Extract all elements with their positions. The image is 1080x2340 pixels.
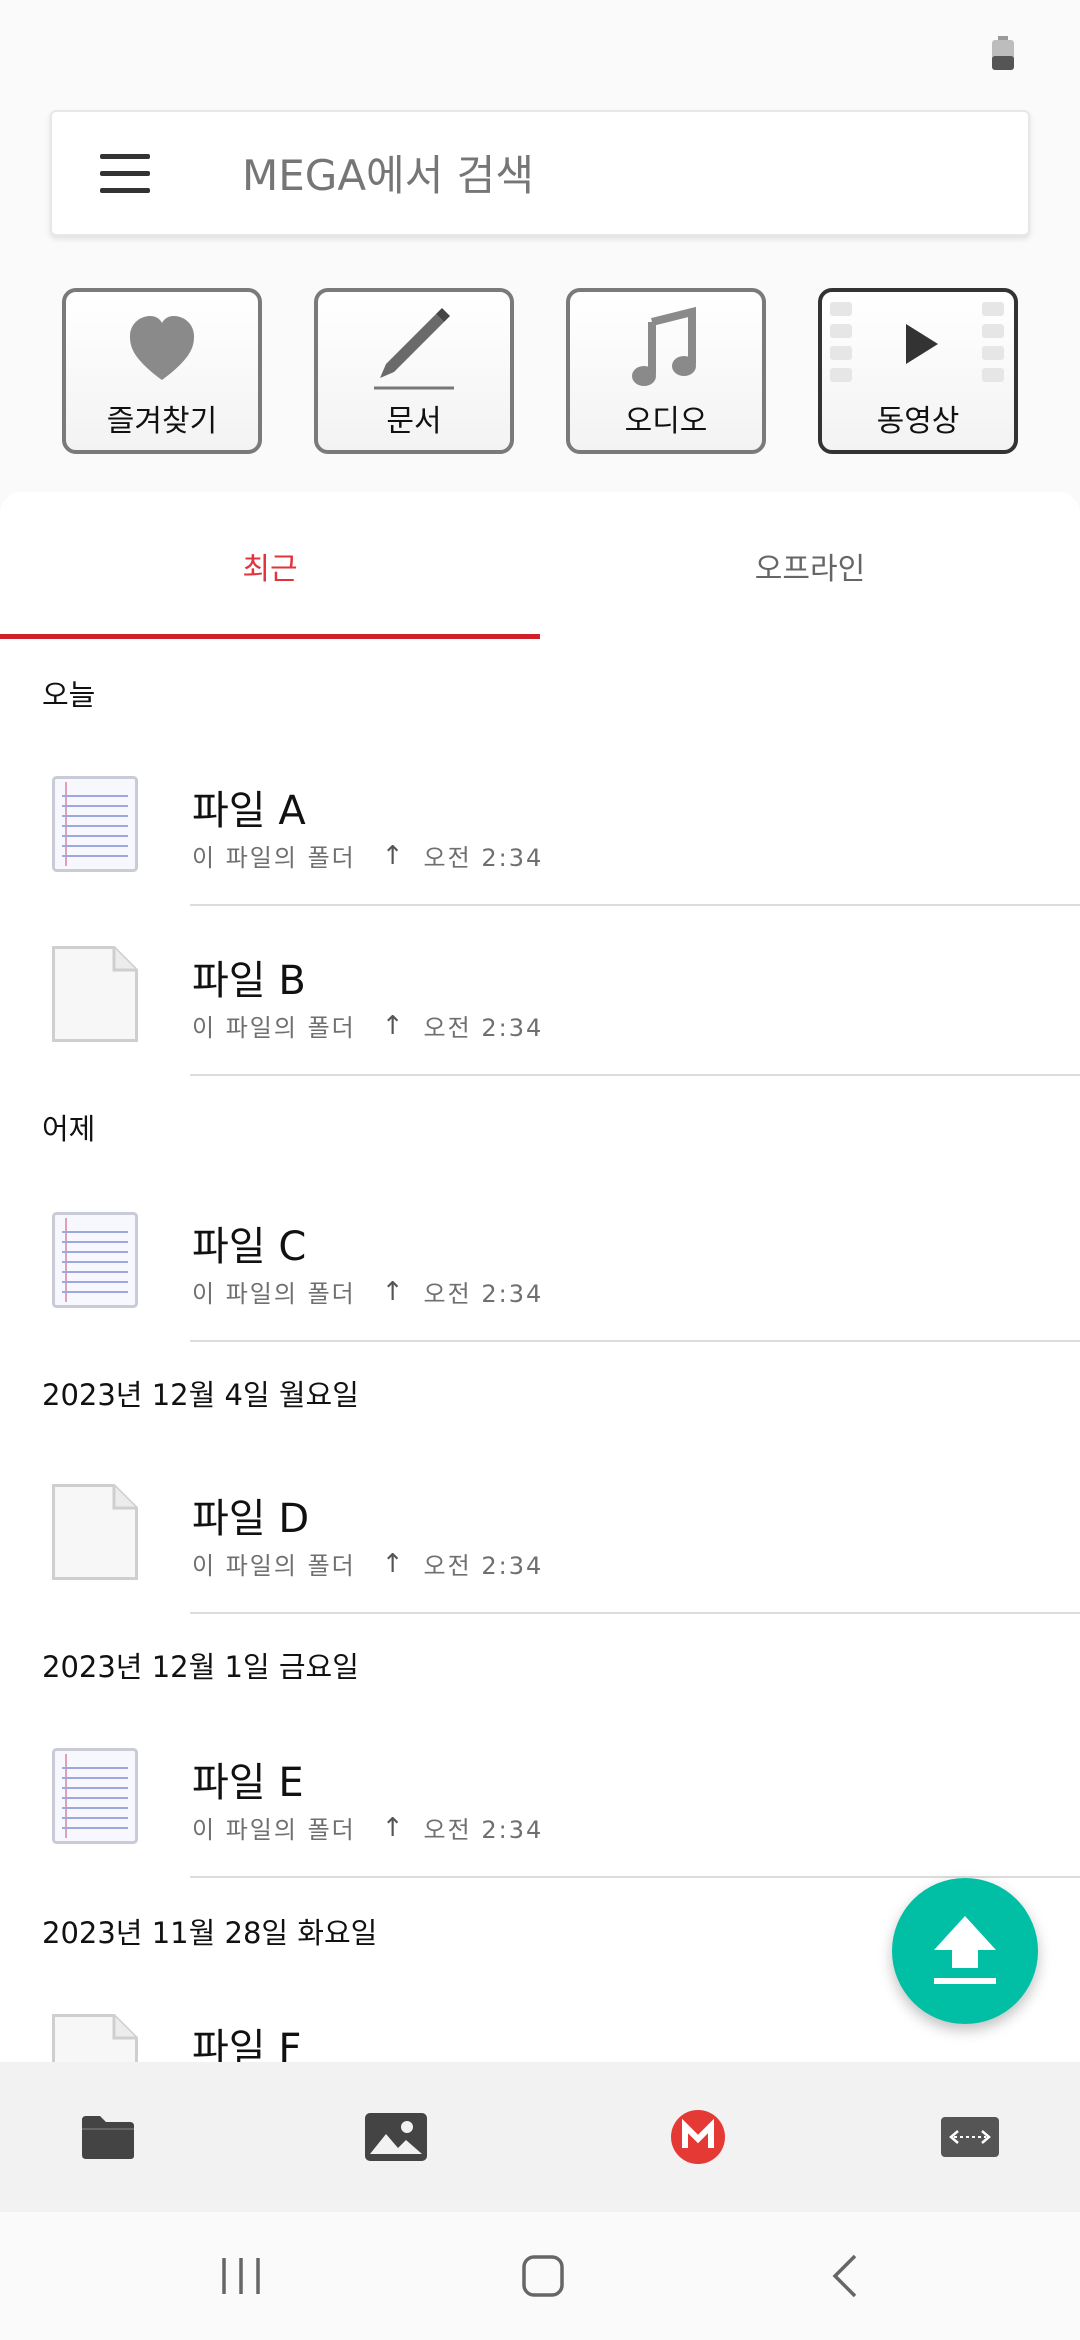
category-label: 즐겨찾기 xyxy=(106,404,218,439)
recent-apps-button[interactable] xyxy=(196,2240,286,2312)
divider xyxy=(190,904,1080,906)
tab-bar: 최근 오프라인 xyxy=(0,492,1080,640)
mega-logo-icon xyxy=(671,2110,725,2164)
file-row[interactable]: 파일 B 이 파일의 폴더 ↑ 오전 2:34 xyxy=(0,922,1080,1092)
screen: 즐겨찾기 문서 오디오 xyxy=(0,0,1080,2340)
music-note-icon xyxy=(632,306,696,386)
file-meta: 이 파일의 폴더 ↑ 오전 2:34 xyxy=(192,1810,543,1845)
file-time: 오전 2:34 xyxy=(423,1552,544,1580)
transfers-icon xyxy=(941,2117,999,2157)
upload-arrow-icon: ↑ xyxy=(381,1276,406,1307)
upload-arrow-icon: ↑ xyxy=(381,1812,406,1843)
text-file-icon xyxy=(52,1748,138,1844)
file-meta: 이 파일의 폴더 ↑ 오전 2:34 xyxy=(192,1546,543,1581)
divider xyxy=(190,1074,1080,1076)
nav-cloud-drive[interactable] xyxy=(38,2062,178,2212)
date-header: 오늘 xyxy=(42,678,96,712)
divider xyxy=(190,1612,1080,1614)
pencil-icon xyxy=(374,308,454,390)
file-folder: 이 파일의 폴더 xyxy=(192,1014,356,1042)
home-icon xyxy=(522,2255,564,2297)
file-name: 파일 B xyxy=(192,958,306,1004)
category-label: 동영상 xyxy=(876,404,960,439)
upload-arrow-icon: ↑ xyxy=(381,840,406,871)
category-video[interactable]: 동영상 xyxy=(818,288,1018,454)
search-input[interactable] xyxy=(242,140,982,210)
bottom-nav xyxy=(0,2062,1080,2212)
recents-panel: 최근 오프라인 오늘 파일 A 이 파일의 폴더 ↑ 오전 2:34 파일 B … xyxy=(0,492,1080,2062)
search-bar[interactable] xyxy=(50,110,1030,236)
blank-file-icon xyxy=(52,946,138,1042)
category-label: 오디오 xyxy=(624,404,708,439)
back-icon xyxy=(832,2254,857,2298)
nav-transfers[interactable] xyxy=(900,2062,1040,2212)
file-name: 파일 F xyxy=(192,2026,302,2062)
video-play-icon xyxy=(830,302,1004,382)
category-documents[interactable]: 문서 xyxy=(314,288,514,454)
file-row[interactable]: 파일 E 이 파일의 폴더 ↑ 오전 2:34 xyxy=(0,1724,1080,1894)
category-label: 문서 xyxy=(386,404,442,439)
date-header: 2023년 12월 4일 월요일 xyxy=(42,1378,359,1412)
file-folder: 이 파일의 폴더 xyxy=(192,1816,356,1844)
upload-arrow-icon: ↑ xyxy=(381,1548,406,1579)
file-name: 파일 C xyxy=(192,1224,307,1270)
file-time: 오전 2:34 xyxy=(423,1014,544,1042)
home-button[interactable] xyxy=(498,2240,588,2312)
upload-fab[interactable] xyxy=(892,1878,1038,2024)
date-header: 2023년 11월 28일 화요일 xyxy=(42,1916,378,1950)
tab-indicator xyxy=(0,634,540,639)
tab-recent[interactable]: 최근 xyxy=(0,492,540,640)
heart-icon xyxy=(130,316,194,380)
category-audio[interactable]: 오디오 xyxy=(566,288,766,454)
blank-file-icon xyxy=(52,2014,138,2062)
file-row[interactable]: 파일 D 이 파일의 폴더 ↑ 오전 2:34 xyxy=(0,1460,1080,1630)
nav-home[interactable] xyxy=(628,2062,768,2212)
file-time: 오전 2:34 xyxy=(423,1280,544,1308)
system-nav xyxy=(0,2212,1080,2340)
recent-apps-icon xyxy=(222,2258,260,2294)
file-folder: 이 파일의 폴더 xyxy=(192,1280,356,1308)
file-row[interactable]: 파일 C 이 파일의 폴더 ↑ 오전 2:34 xyxy=(0,1188,1080,1358)
date-header: 어제 xyxy=(42,1112,96,1146)
divider xyxy=(190,1876,1080,1878)
file-meta: 이 파일의 폴더 ↑ 오전 2:34 xyxy=(192,1008,543,1043)
file-meta: 이 파일의 폴더 ↑ 오전 2:34 xyxy=(192,838,543,873)
file-name: 파일 E xyxy=(192,1760,304,1806)
file-time: 오전 2:34 xyxy=(423,1816,544,1844)
file-folder: 이 파일의 폴더 xyxy=(192,844,356,872)
tab-offline[interactable]: 오프라인 xyxy=(540,492,1080,640)
file-name: 파일 D xyxy=(192,1496,310,1542)
file-folder: 이 파일의 폴더 xyxy=(192,1552,356,1580)
battery-low-icon xyxy=(992,36,1014,70)
category-tiles: 즐겨찾기 문서 오디오 동영상 xyxy=(0,288,1080,456)
folder-icon xyxy=(82,2116,134,2159)
file-time: 오전 2:34 xyxy=(423,844,544,872)
blank-file-icon xyxy=(52,1484,138,1580)
category-favourites[interactable]: 즐겨찾기 xyxy=(62,288,262,454)
date-header: 2023년 12월 1일 금요일 xyxy=(42,1650,359,1684)
photos-icon xyxy=(365,2113,427,2161)
upload-arrow-icon: ↑ xyxy=(381,1010,406,1041)
file-row[interactable]: 파일 A 이 파일의 폴더 ↑ 오전 2:34 xyxy=(0,752,1080,922)
text-file-icon xyxy=(52,776,138,872)
text-file-icon xyxy=(52,1212,138,1308)
file-name: 파일 A xyxy=(192,788,306,834)
hamburger-icon[interactable] xyxy=(100,154,150,194)
nav-photos[interactable] xyxy=(326,2062,466,2212)
upload-icon xyxy=(934,1916,996,1984)
divider xyxy=(190,1340,1080,1342)
file-meta: 이 파일의 폴더 ↑ 오전 2:34 xyxy=(192,1274,543,1309)
back-button[interactable] xyxy=(800,2240,890,2312)
